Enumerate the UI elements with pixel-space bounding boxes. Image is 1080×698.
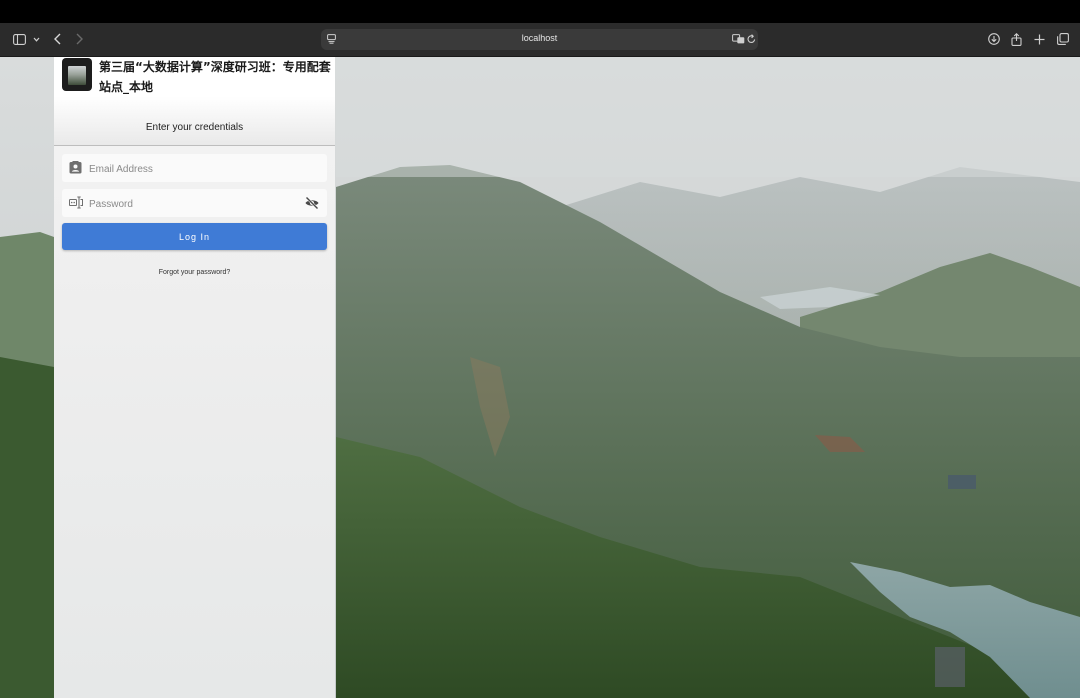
forgot-password-link[interactable]: Forgot your password? <box>54 269 335 276</box>
credentials-heading: Enter your credentials <box>145 122 244 133</box>
login-button[interactable]: Log In <box>62 223 327 250</box>
tab-overview-icon[interactable] <box>1056 31 1069 47</box>
new-tab-icon[interactable] <box>1033 31 1045 47</box>
site-title: 第三届“大数据计算”深度研习班：专用配套站点_本地 <box>99 60 331 94</box>
url-text: localhost <box>521 33 558 43</box>
address-bar[interactable]: localhost <box>321 29 758 50</box>
translate-icon[interactable] <box>731 32 745 46</box>
login-panel: 第三届“大数据计算”深度研习班：专用配套站点_本地 Enter your cre… <box>54 57 335 698</box>
chevron-down-icon[interactable] <box>31 31 41 47</box>
visibility-off-icon[interactable] <box>304 195 320 211</box>
password-field-icon <box>69 196 83 210</box>
sidebar-toggle-icon[interactable] <box>12 31 26 47</box>
system-top-strip <box>0 0 1080 23</box>
site-logo <box>62 58 92 91</box>
forward-icon[interactable] <box>74 31 84 47</box>
email-input[interactable] <box>87 158 301 180</box>
logo-landscape-image <box>68 66 86 85</box>
download-icon[interactable] <box>988 31 1000 47</box>
login-header: 第三届“大数据计算”深度研习班：专用配套站点_本地 Enter your cre… <box>54 57 335 146</box>
share-icon[interactable] <box>1010 31 1022 47</box>
password-field[interactable] <box>62 189 327 217</box>
reload-icon[interactable] <box>746 32 756 46</box>
back-icon[interactable] <box>52 31 62 47</box>
contact-card-icon <box>69 161 83 175</box>
email-field[interactable] <box>62 154 327 182</box>
password-input[interactable] <box>87 193 301 215</box>
